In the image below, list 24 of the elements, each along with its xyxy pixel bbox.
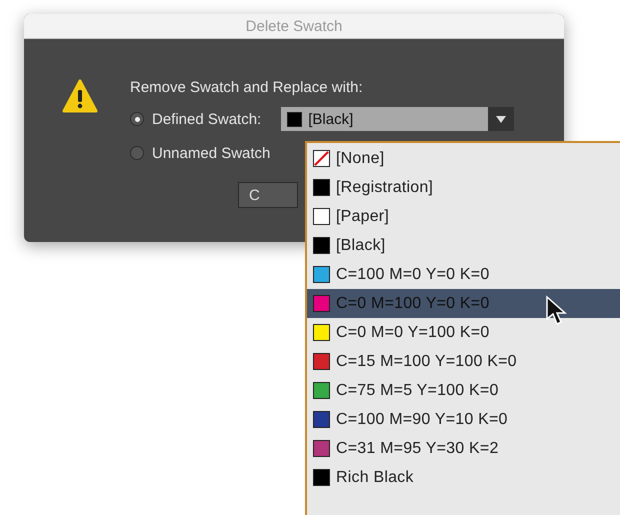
dropdown-arrow-button[interactable] [488, 107, 514, 131]
radio-button[interactable] [130, 112, 144, 126]
swatch-menu-item[interactable]: [Black] [307, 231, 620, 260]
swatch-dropdown[interactable]: [Black] [281, 107, 488, 131]
swatch-menu-item[interactable]: C=100 M=90 Y=10 K=0 [307, 405, 620, 434]
dialog-button[interactable]: C [238, 182, 298, 208]
swatch-menu-item[interactable]: [Registration] [307, 173, 620, 202]
swatch-menu-item[interactable]: C=100 M=0 Y=0 K=0 [307, 260, 620, 289]
option-label: Unnamed Swatch [152, 144, 270, 162]
caret-icon [496, 116, 506, 122]
prompt-text: Remove Swatch and Replace with: [130, 79, 364, 96]
dialog-title: Delete Swatch [24, 14, 564, 39]
swatch-menu-item[interactable]: C=31 M=95 Y=30 K=2 [307, 434, 620, 463]
swatch-menu-item[interactable]: Rich Black [307, 463, 620, 492]
swatch-menu-item[interactable]: C=75 M=5 Y=100 K=0 [307, 376, 620, 405]
warning-icon [62, 79, 98, 113]
swatch-menu-item[interactable]: [Paper] [307, 202, 620, 231]
swatch-menu-item[interactable]: C=0 M=0 Y=100 K=0 [307, 318, 620, 347]
swatch-menu-item[interactable]: [None] [307, 144, 620, 173]
option-label: Defined Swatch: [152, 110, 262, 128]
swatch-menu-item[interactable]: C=15 M=100 Y=100 K=0 [307, 347, 620, 376]
mouse-pointer-icon [545, 295, 569, 327]
no-swatch-icon [313, 150, 330, 167]
radio-button[interactable] [130, 146, 144, 160]
